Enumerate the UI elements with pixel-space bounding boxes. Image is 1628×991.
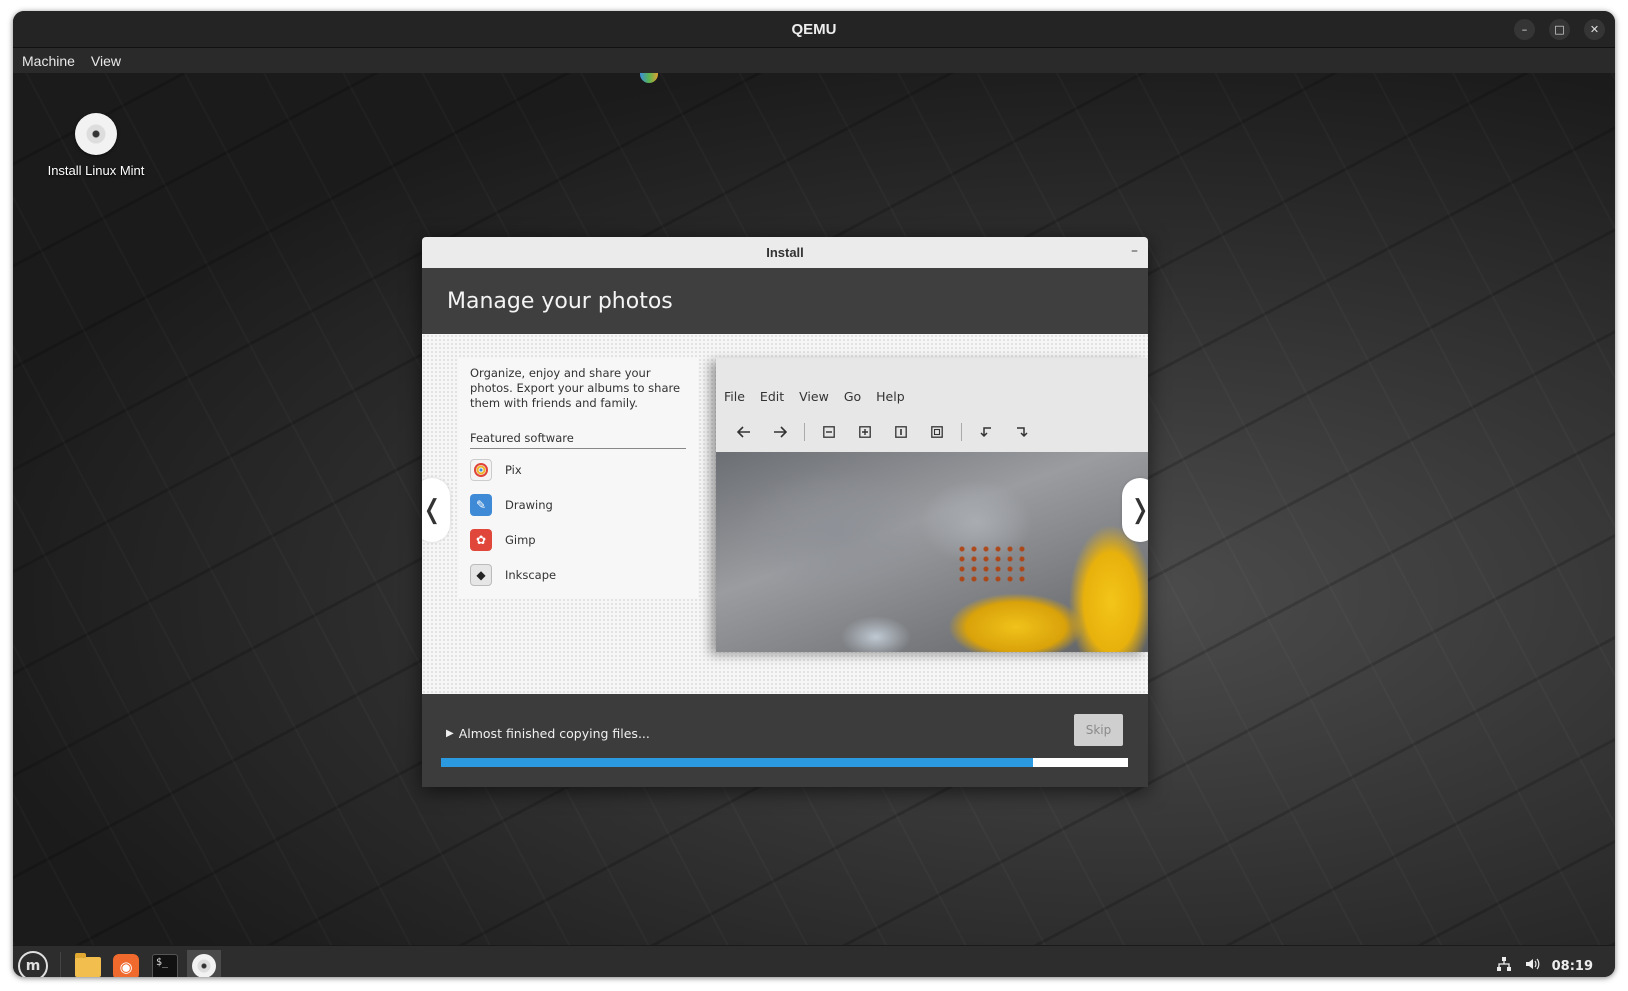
menu-view[interactable]: View (91, 53, 121, 69)
taskbar: m ◉ $_ 08:19 (13, 945, 1615, 977)
skip-button[interactable]: Skip (1074, 714, 1123, 746)
screenshot-menu-view: View (799, 389, 829, 404)
app-item-inkscape: ◆ Inkscape (470, 557, 556, 592)
taskbar-separator (60, 952, 61, 977)
installer-title: Install (766, 245, 804, 260)
zoom-out-icon (815, 421, 843, 443)
qemu-menubar: Machine View (13, 48, 1615, 73)
zoom-in-icon (851, 421, 879, 443)
screenshot-menu-help: Help (876, 389, 905, 404)
installer-footer: ▶ Almost finished copying files... Skip (422, 694, 1148, 786)
window-controls: – □ ✕ (1514, 19, 1605, 40)
app-label: Pix (505, 462, 522, 477)
progress-bar (441, 758, 1128, 767)
menu-icon[interactable]: m (18, 951, 48, 977)
installer-launcher[interactable] (187, 950, 221, 977)
window-title: QEMU (791, 20, 837, 38)
slide-heading: Manage your photos (447, 288, 673, 314)
clock[interactable]: 08:19 (1552, 959, 1593, 974)
progress-bar-fill (441, 758, 1034, 767)
toolbar-separator (961, 423, 962, 441)
expander-arrow-icon: ▶ (446, 728, 454, 739)
progress-details-expander[interactable]: ▶ Almost finished copying files... (446, 726, 650, 741)
screenshot-menu-go: Go (843, 389, 862, 404)
screenshot-menubar: File Edit View Go Help (724, 389, 905, 404)
gimp-icon: ✿ (470, 528, 492, 551)
volume-icon[interactable] (1524, 956, 1540, 976)
mouse-cursor-icon (640, 73, 658, 83)
system-tray: 08:19 (1496, 946, 1593, 977)
minimize-button[interactable]: – (1514, 19, 1535, 40)
zoom-original-icon (887, 421, 915, 443)
featured-software-title: Featured software (470, 431, 686, 449)
desktop-icon-label: Install Linux Mint (47, 163, 145, 178)
maximize-button[interactable]: □ (1549, 19, 1570, 40)
app-item-gimp: ✿ Gimp (470, 522, 556, 557)
slideshow: Organize, enjoy and share your photos. E… (422, 334, 1148, 694)
inkscape-icon: ◆ (470, 563, 492, 586)
flower-photo (716, 452, 1148, 652)
menu-machine[interactable]: Machine (22, 53, 75, 69)
network-icon[interactable] (1496, 956, 1512, 976)
installer-minimize-button[interactable]: – (1131, 243, 1138, 259)
back-arrow-icon (730, 421, 758, 443)
terminal-launcher[interactable]: $_ (148, 950, 182, 977)
screenshot-toolbar (730, 421, 1044, 443)
screenshot-menu-file: File (724, 389, 745, 404)
forward-arrow-icon (766, 421, 794, 443)
rotate-left-icon (972, 421, 1000, 443)
featured-app-list: Pix ✎ Drawing ✿ Gimp ◆ Inkscape (470, 452, 556, 592)
qemu-titlebar: QEMU – □ ✕ (13, 11, 1615, 48)
close-button[interactable]: ✕ (1584, 19, 1605, 40)
drawing-icon: ✎ (470, 493, 492, 516)
app-label: Drawing (505, 497, 553, 512)
installer-header: Manage your photos (422, 268, 1148, 334)
disc-icon (75, 113, 117, 155)
desktop-icon-install[interactable]: Install Linux Mint (41, 113, 151, 178)
firefox-icon: ◉ (113, 954, 139, 977)
previous-slide-button[interactable]: ❬ (422, 478, 450, 542)
app-item-drawing: ✎ Drawing (470, 487, 556, 522)
toolbar-separator (804, 423, 805, 441)
installer-window: Install – Manage your photos Organize, e… (422, 237, 1148, 787)
screenshot-menu-edit: Edit (759, 389, 785, 404)
slide-description: Organize, enjoy and share your photos. E… (470, 366, 681, 410)
app-item-pix: Pix (470, 452, 556, 487)
guest-desktop: Install Linux Mint Install – Manage your… (13, 73, 1615, 945)
app-label: Gimp (505, 532, 536, 547)
terminal-icon: $_ (152, 954, 178, 977)
next-slide-button[interactable]: ❭ (1122, 478, 1148, 542)
firefox-launcher[interactable]: ◉ (109, 950, 143, 977)
zoom-fit-icon (923, 421, 951, 443)
rotate-right-icon (1008, 421, 1036, 443)
files-icon (75, 953, 101, 977)
slide-screenshot: File Edit View Go Help (716, 358, 1148, 652)
app-label: Inkscape (505, 567, 557, 582)
installer-titlebar: Install – (422, 237, 1148, 268)
installer-icon (192, 954, 216, 977)
qemu-window: QEMU – □ ✕ Machine View Install Linux Mi… (13, 11, 1615, 977)
pix-icon (470, 458, 492, 481)
files-launcher[interactable] (71, 950, 105, 977)
progress-status: Almost finished copying files... (458, 726, 650, 741)
